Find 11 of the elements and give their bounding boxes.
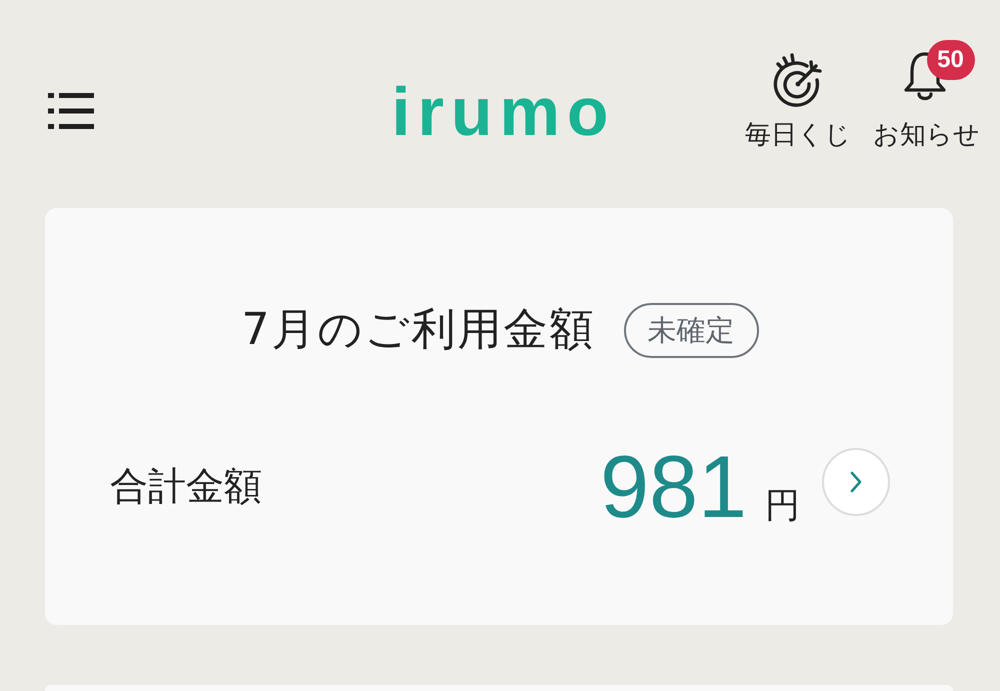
total-amount: 981 [600, 442, 747, 531]
menu-icon[interactable] [48, 93, 94, 129]
action-label[interactable]: 毎日くじ [745, 120, 851, 152]
status-tag: 未確定 [624, 303, 758, 358]
notification-count: 50 [926, 40, 974, 80]
total-label: 合計金額 [110, 464, 262, 510]
chevron-right-icon [849, 470, 863, 494]
card-title: 7月のご利用金額 [242, 304, 596, 357]
logo: irumo [392, 78, 616, 146]
action-label[interactable]: お知らせ [873, 120, 980, 152]
currency-unit: 円 [765, 484, 800, 527]
